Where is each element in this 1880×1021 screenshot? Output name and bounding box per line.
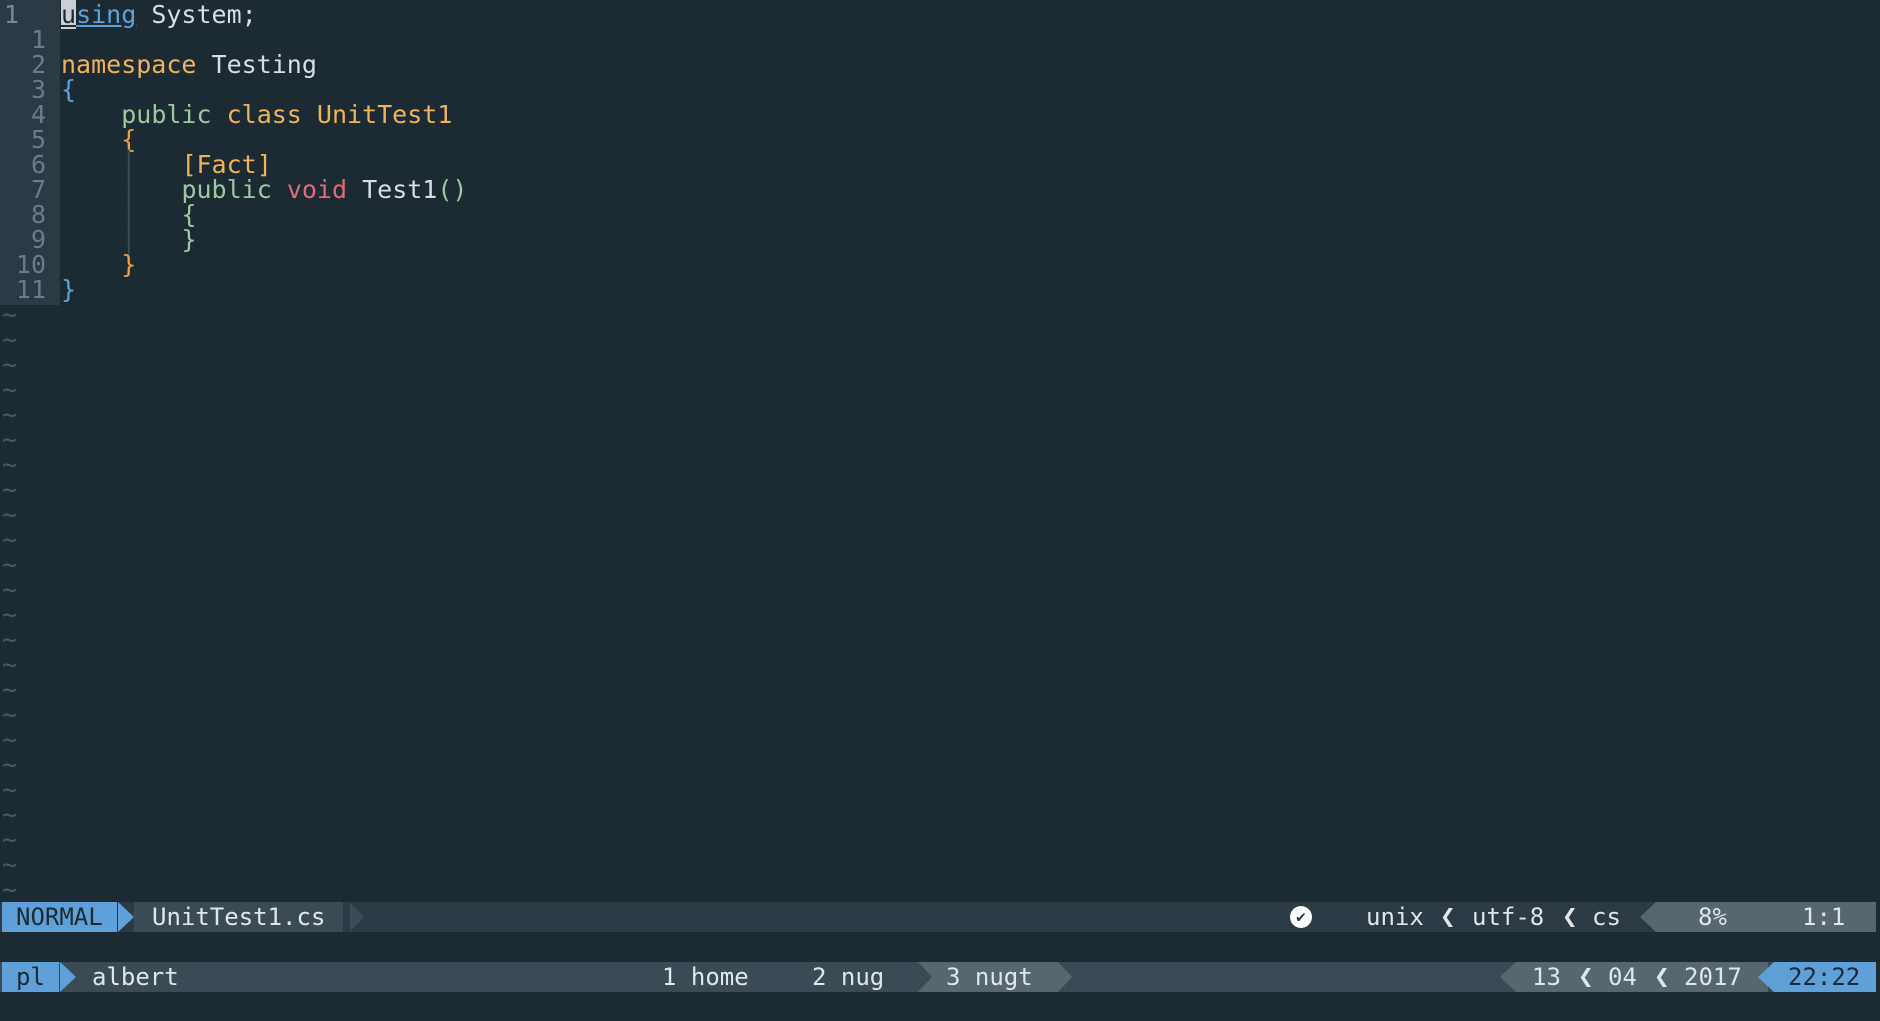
date-block: 13 ❮ 04 ❮ 2017 — [1516, 962, 1768, 992]
tmux-session[interactable]: pl — [2, 962, 59, 992]
tmux-window-nug[interactable]: 2 nug — [812, 962, 884, 992]
tmux-user: albert — [92, 963, 179, 991]
date-month: 04 — [1608, 963, 1637, 991]
status-line: NORMAL UnitTest1.cs ✔ unix ❮ utf-8 ❮ cs … — [0, 902, 1876, 932]
cursor-position: 1:1 — [1802, 903, 1846, 931]
segment-separator: ❮ — [1578, 962, 1594, 992]
segment-separator: ❮ — [1654, 962, 1670, 992]
empty-line-marker: ~ — [2, 875, 18, 904]
scroll-percent: 8% — [1698, 903, 1727, 931]
window-separator — [1058, 962, 1072, 992]
check-circle-icon: ✔ — [1290, 906, 1312, 928]
file-name-separator — [350, 902, 364, 932]
clock-time: 22:22 — [1788, 963, 1861, 991]
tmux-status-bar: pl albert 1 home 2 nug 3 nugt 13 ❮ 04 ❮ … — [0, 962, 1876, 992]
window-separator — [918, 962, 932, 992]
tmux-window-home[interactable]: 1 home — [662, 962, 749, 992]
code-text: namespace Testing — [61, 50, 317, 79]
code-text: using System; — [61, 0, 257, 29]
code-text: } — [61, 275, 77, 304]
file-format: unix — [1366, 903, 1424, 931]
date-year: 2017 — [1684, 963, 1742, 991]
date-day: 13 — [1532, 963, 1561, 991]
time-separator — [1758, 962, 1774, 992]
mode-separator — [118, 902, 134, 932]
cursor: u — [61, 0, 77, 29]
file-name: UnitTest1.cs — [134, 902, 344, 932]
mode-indicator: NORMAL — [2, 902, 117, 932]
position-block: 8% 1:1 — [1656, 902, 1876, 932]
file-encoding: utf-8 — [1472, 903, 1545, 931]
time-block: 22:22 — [1774, 962, 1876, 992]
session-separator — [60, 962, 76, 992]
date-separator — [1500, 962, 1516, 992]
segment-separator: ❮ — [1440, 902, 1456, 932]
file-type: cs — [1592, 903, 1621, 931]
tmux-window-nugt[interactable]: 3 nugt — [946, 962, 1033, 992]
segment-separator: ❮ — [1562, 902, 1578, 932]
tmux-window-active[interactable]: 3 nugt — [918, 962, 1058, 992]
percent-separator — [1640, 902, 1656, 932]
